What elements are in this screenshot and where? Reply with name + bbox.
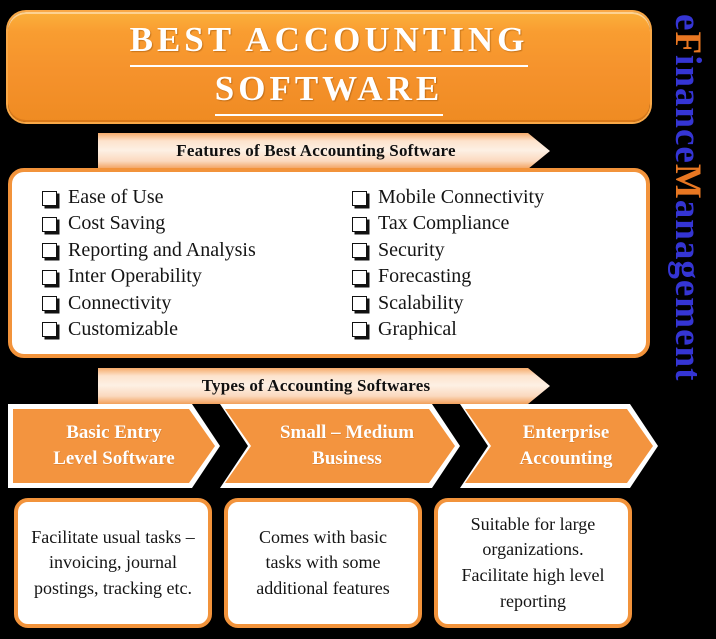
- feature-item: Inter Operability: [42, 263, 336, 289]
- checkbox-icon: [42, 243, 57, 259]
- description-text: Facilitate usual tasks – invoicing, jour…: [31, 526, 195, 598]
- types-heading-label: Types of Accounting Softwares: [201, 376, 431, 395]
- description-card-basic-entry: Facilitate usual tasks – invoicing, jour…: [14, 498, 212, 628]
- checkbox-icon: [352, 296, 367, 312]
- feature-label: Graphical: [378, 317, 457, 340]
- checkbox-icon: [352, 269, 367, 285]
- feature-label: Inter Operability: [68, 265, 202, 288]
- checkbox-icon: [352, 190, 367, 206]
- brand-f: F: [667, 31, 708, 56]
- feature-item: Graphical: [352, 316, 646, 342]
- chevron-label: Small – Medium Business: [256, 420, 424, 471]
- feature-label: Cost Saving: [68, 212, 166, 235]
- feature-item: Tax Compliance: [352, 210, 646, 236]
- feature-item: Customizable: [42, 316, 336, 342]
- title-line-1: BEST ACCOUNTING: [129, 18, 529, 67]
- feature-item: Reporting and Analysis: [42, 237, 336, 263]
- page-title: BEST ACCOUNTING SOFTWARE: [110, 18, 549, 116]
- brand-inance: inance: [667, 55, 708, 164]
- brand-watermark: eFinanceManagement: [658, 0, 716, 639]
- features-left-column: Ease of Use Cost Saving Reporting and An…: [12, 184, 336, 342]
- brand-anagement: anagement: [667, 199, 708, 382]
- chevron-label: Basic Entry Level Software: [43, 420, 185, 471]
- title-line-2: SOFTWARE: [214, 67, 444, 116]
- chevron-label-line-1: Basic Entry: [66, 422, 162, 444]
- description-card-enterprise: Suitable for large organizations. Facili…: [434, 498, 632, 628]
- checkbox-icon: [352, 216, 367, 232]
- types-chevron-row: Basic Entry Level Software Small – Mediu…: [8, 404, 658, 488]
- feature-item: Security: [352, 237, 646, 263]
- feature-label: Connectivity: [68, 291, 172, 314]
- chevron-label-line-1: Small – Medium: [279, 422, 415, 444]
- feature-label: Ease of Use: [68, 186, 164, 208]
- feature-label: Customizable: [68, 317, 178, 340]
- checkbox-icon: [42, 269, 57, 285]
- checkbox-icon: [42, 216, 57, 232]
- checkbox-icon: [42, 296, 57, 312]
- feature-item: Ease of Use: [42, 184, 336, 210]
- features-heading-label: Features of Best Accounting Software: [176, 141, 456, 160]
- feature-item: Forecasting: [352, 263, 646, 289]
- feature-item: Cost Saving: [42, 210, 336, 236]
- chevron-fill: Enterprise Accounting: [465, 409, 653, 483]
- checkbox-icon: [352, 322, 367, 338]
- chevron-label-line-2: Accounting: [519, 448, 613, 469]
- chevron-label-line-2: Level Software: [53, 448, 175, 469]
- feature-label: Security: [378, 238, 445, 261]
- types-heading-banner: Types of Accounting Softwares: [98, 368, 550, 404]
- description-text: Comes with basic tasks with some additio…: [256, 526, 390, 598]
- feature-label: Tax Compliance: [378, 212, 510, 235]
- checkbox-icon: [352, 243, 367, 259]
- brand-e: e: [667, 14, 708, 32]
- chevron-stage-small-medium[interactable]: Small – Medium Business: [220, 404, 460, 488]
- feature-label: Scalability: [378, 291, 464, 314]
- description-text: Suitable for large organizations. Facili…: [461, 513, 605, 611]
- checkbox-icon: [42, 190, 57, 206]
- brand-text: eFinanceManagement: [667, 14, 708, 382]
- infographic-canvas: BEST ACCOUNTING SOFTWARE Features of Bes…: [0, 0, 716, 639]
- features-right-column: Mobile Connectivity Tax Compliance Secur…: [336, 184, 646, 342]
- feature-item: Mobile Connectivity: [352, 184, 646, 210]
- features-heading-banner: Features of Best Accounting Software: [98, 133, 550, 169]
- chevron-stage-enterprise[interactable]: Enterprise Accounting: [460, 404, 658, 488]
- feature-item: Connectivity: [42, 290, 336, 316]
- feature-label: Reporting and Analysis: [68, 238, 256, 261]
- chevron-stage-basic-entry[interactable]: Basic Entry Level Software: [8, 404, 220, 488]
- feature-item: Scalability: [352, 290, 646, 316]
- chevron-label: Enterprise Accounting: [496, 420, 623, 471]
- chevron-fill: Basic Entry Level Software: [13, 409, 215, 483]
- title-banner: BEST ACCOUNTING SOFTWARE: [8, 12, 650, 122]
- chevron-fill: Small – Medium Business: [225, 409, 455, 483]
- chevron-label-line-2: Business: [312, 448, 382, 469]
- checkbox-icon: [42, 322, 57, 338]
- description-card-small-medium: Comes with basic tasks with some additio…: [224, 498, 422, 628]
- chevron-label-line-1: Enterprise: [522, 422, 610, 444]
- feature-label: Mobile Connectivity: [378, 186, 545, 208]
- feature-label: Forecasting: [378, 265, 472, 288]
- features-card: Ease of Use Cost Saving Reporting and An…: [8, 168, 650, 358]
- brand-m: M: [667, 163, 708, 200]
